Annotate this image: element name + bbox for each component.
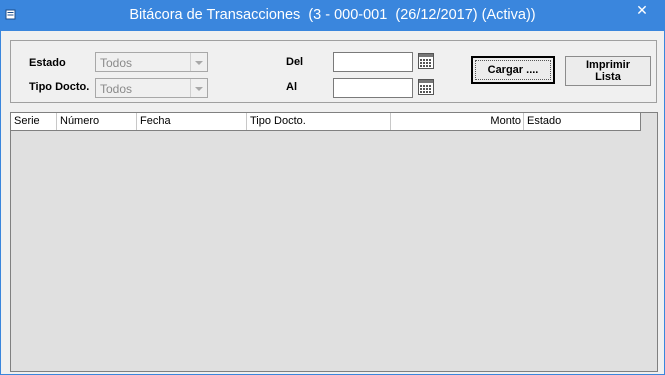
cargar-button[interactable]: Cargar .... [471,56,555,84]
main-window: Bitácora de Transacciones (3 - 000-001 (… [0,0,665,375]
tipo-docto-label: Tipo Docto. [29,81,90,93]
window-title: Bitácora de Transacciones (3 - 000-001 (… [129,7,536,23]
column-header-estado[interactable]: Estado [524,113,641,130]
column-header-serie[interactable]: Serie [11,113,57,130]
calendar-icon[interactable] [418,53,434,69]
column-header-tipo-docto[interactable]: Tipo Docto. [247,113,391,130]
column-header-fecha[interactable]: Fecha [137,113,247,130]
del-date-input[interactable] [333,52,413,72]
column-header-numero[interactable]: Número [57,113,137,130]
calendar-icon[interactable] [418,79,434,95]
imprimir-label-line1: Imprimir [585,59,630,71]
estado-select-value: Todos [100,56,133,70]
transactions-grid[interactable]: Serie Número Fecha Tipo Docto. Monto Est… [10,112,658,372]
tipo-docto-select[interactable]: Todos [95,78,208,98]
estado-label: Estado [29,57,66,69]
filter-panel: Estado Todos Tipo Docto. Todos Del Al Ca… [10,40,657,103]
estado-select[interactable]: Todos [95,52,208,72]
al-date-input[interactable] [333,78,413,98]
chevron-down-icon[interactable] [190,53,207,71]
focus-rect [475,60,551,80]
chevron-down-icon[interactable] [190,79,207,97]
del-label: Del [286,56,304,68]
column-header-monto[interactable]: Monto [391,113,524,130]
grid-header: Serie Número Fecha Tipo Docto. Monto Est… [11,113,641,131]
tipo-docto-select-value: Todos [100,82,133,96]
imprimir-lista-button[interactable]: Imprimir Lista [565,56,651,86]
close-icon[interactable]: ✕ [619,0,665,20]
client-area: Estado Todos Tipo Docto. Todos Del Al Ca… [1,31,664,374]
al-label: Al [286,81,297,93]
imprimir-label-line2: Lista [595,71,621,83]
title-bar[interactable]: Bitácora de Transacciones (3 - 000-001 (… [0,0,665,31]
